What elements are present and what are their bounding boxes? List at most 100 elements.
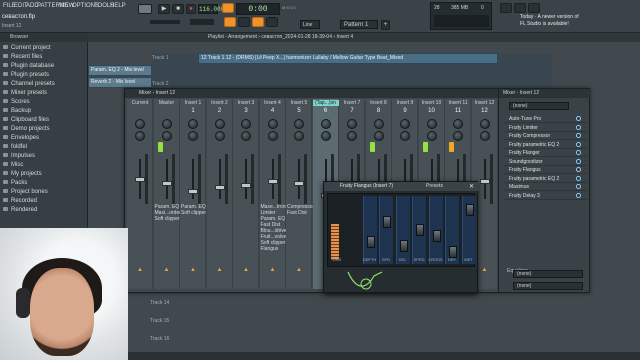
- stop-button[interactable]: ■: [172, 4, 184, 14]
- news-panel[interactable]: Today · A newer version of FL Studio is …: [520, 14, 635, 30]
- pattern-selector[interactable]: Pattern 1: [340, 20, 378, 29]
- browser-item[interactable]: Project bones: [3, 189, 48, 195]
- stereo-knob[interactable]: [214, 131, 225, 141]
- stereo-knob[interactable]: [347, 131, 357, 141]
- playlist-header[interactable]: Playlist - Arrangement › севастоп_2024-0…: [88, 33, 640, 42]
- input-routing-selector[interactable]: (none): [513, 270, 583, 278]
- flangus-slider-handle[interactable]: [383, 216, 391, 228]
- browser-item[interactable]: Packs: [3, 180, 27, 186]
- stereo-knob[interactable]: [294, 131, 304, 141]
- pan-knob[interactable]: [214, 119, 225, 129]
- mixer-view-button[interactable]: [500, 3, 512, 13]
- browser-item[interactable]: Channel presets: [3, 81, 55, 87]
- wait-input-button[interactable]: [238, 17, 250, 27]
- route-arrow-icon[interactable]: ▲: [296, 267, 302, 273]
- insert-slot[interactable]: Fruity Flangus: [503, 166, 587, 174]
- stereo-knob[interactable]: [373, 131, 384, 141]
- stereo-knob[interactable]: [426, 131, 437, 141]
- insert-slot[interactable]: Fruity Flanger: [503, 149, 587, 157]
- flangus-slider-handle[interactable]: [366, 236, 375, 248]
- strip-name[interactable]: Insert 9: [392, 100, 418, 106]
- mixer-strip[interactable]: Current ▲: [127, 99, 153, 289]
- slot-mix-knob[interactable]: [576, 124, 581, 130]
- volume-fader[interactable]: [294, 181, 304, 186]
- flangus-presets-button[interactable]: Presets: [426, 183, 443, 189]
- route-arrow-icon[interactable]: ▲: [482, 267, 488, 273]
- strip-name[interactable]: Insert 8: [366, 100, 392, 106]
- countdown-button[interactable]: [252, 17, 264, 27]
- strip-name[interactable]: Insert 12: [472, 100, 498, 106]
- pan-knob[interactable]: [453, 119, 463, 129]
- browser-item[interactable]: My projects: [3, 171, 42, 177]
- slot-mix-knob[interactable]: [576, 116, 581, 121]
- slot-mix-knob[interactable]: [576, 150, 581, 155]
- tempo-display[interactable]: 116.000: [198, 4, 224, 14]
- volume-fader[interactable]: [188, 189, 198, 194]
- insert-preset-selector[interactable]: (none): [509, 102, 569, 110]
- volume-fader[interactable]: [479, 179, 490, 184]
- stereo-knob[interactable]: [135, 131, 145, 141]
- snap-selector[interactable]: Line: [300, 20, 320, 29]
- slot-mix-knob[interactable]: [576, 133, 581, 138]
- strip-name[interactable]: Insert 5: [286, 100, 312, 106]
- route-arrow-icon[interactable]: ▲: [164, 267, 170, 273]
- mixer-strip[interactable]: Insert 3 3 ▲: [233, 99, 259, 289]
- route-arrow-icon[interactable]: ▲: [243, 267, 249, 273]
- flangus-slider-handle[interactable]: [416, 224, 424, 236]
- route-arrow-icon[interactable]: ▲: [137, 267, 143, 273]
- record-button[interactable]: ●: [186, 4, 196, 14]
- pan-knob[interactable]: [135, 119, 145, 129]
- add-pattern-button[interactable]: +: [381, 20, 390, 30]
- insert-slot[interactable]: Soundgoodizer: [503, 158, 587, 166]
- flangus-slider-handle[interactable]: [399, 240, 408, 252]
- pan-knob[interactable]: [294, 119, 304, 129]
- mute-led[interactable]: [449, 142, 454, 152]
- browser-item[interactable]: Envelopes: [3, 135, 39, 141]
- flangus-title[interactable]: Fruity Flangus (Insert 7): [324, 182, 479, 191]
- mixer-strip[interactable]: Insert 11Param. EQ 2 Soft clipper▲: [180, 99, 210, 289]
- volume-fader[interactable]: [241, 183, 251, 188]
- strip-name[interactable]: Insert 7: [339, 100, 365, 106]
- mixer-strip[interactable]: MasterParam. EQ 2 Maxi...order Soft clip…: [153, 99, 183, 289]
- mixer-strip[interactable]: Insert 4 4 Maxe...tronic Limiter Param. EQ…: [259, 99, 289, 289]
- automation-clip-reverb[interactable]: Reverb 2 - Mix level: [88, 77, 152, 88]
- slot-mix-knob[interactable]: [576, 141, 581, 147]
- channel-rack-button[interactable]: [514, 3, 526, 13]
- metronome-button[interactable]: [224, 17, 236, 27]
- automation-clip-eq[interactable]: Param. EQ 2 - Mix level: [88, 65, 152, 76]
- slot-mix-knob[interactable]: [576, 192, 581, 198]
- mixer-strip[interactable]: Insert 5 5 Compressor Fast Dist ▲: [286, 99, 314, 289]
- pan-knob[interactable]: [188, 119, 198, 129]
- blend-notes-button[interactable]: [266, 17, 278, 27]
- route-arrow-icon[interactable]: ▲: [270, 267, 276, 273]
- pan-knob[interactable]: [241, 119, 251, 129]
- browser-item[interactable]: Backup: [3, 108, 31, 114]
- browser-item[interactable]: Plugin database: [3, 63, 54, 69]
- browser-item[interactable]: foldfel: [3, 144, 27, 150]
- strip-name[interactable]: Insert 4: [260, 100, 286, 106]
- close-icon[interactable]: ✕: [469, 183, 474, 190]
- stereo-knob[interactable]: [400, 131, 410, 141]
- browser-item[interactable]: Scores: [3, 99, 30, 105]
- menu-help[interactable]: HELP: [110, 3, 126, 9]
- stereo-knob[interactable]: [267, 131, 278, 141]
- browser-item[interactable]: Current project: [3, 45, 51, 51]
- route-arrow-icon[interactable]: ▲: [190, 267, 196, 273]
- pan-knob[interactable]: [347, 119, 357, 129]
- piano-roll-button[interactable]: [528, 3, 540, 13]
- volume-fader[interactable]: [135, 177, 145, 182]
- pan-knob[interactable]: [400, 119, 410, 129]
- volume-fader[interactable]: [267, 179, 278, 184]
- stereo-knob[interactable]: [453, 131, 463, 141]
- strip-name[interactable]: Insert 11: [445, 100, 471, 106]
- pan-knob[interactable]: [267, 119, 278, 129]
- route-arrow-icon[interactable]: ▲: [217, 267, 223, 273]
- browser-header[interactable]: Browser: [0, 33, 88, 42]
- browser-item[interactable]: Misc: [3, 162, 23, 168]
- stereo-knob[interactable]: [188, 131, 198, 141]
- strip-name[interactable]: Insert 10: [419, 100, 445, 106]
- strip-name[interactable]: Insert 1: [180, 100, 206, 106]
- mute-led[interactable]: [422, 142, 428, 152]
- play-button[interactable]: ▶: [158, 4, 170, 14]
- insert-slot[interactable]: Fruity Limiter: [503, 124, 587, 132]
